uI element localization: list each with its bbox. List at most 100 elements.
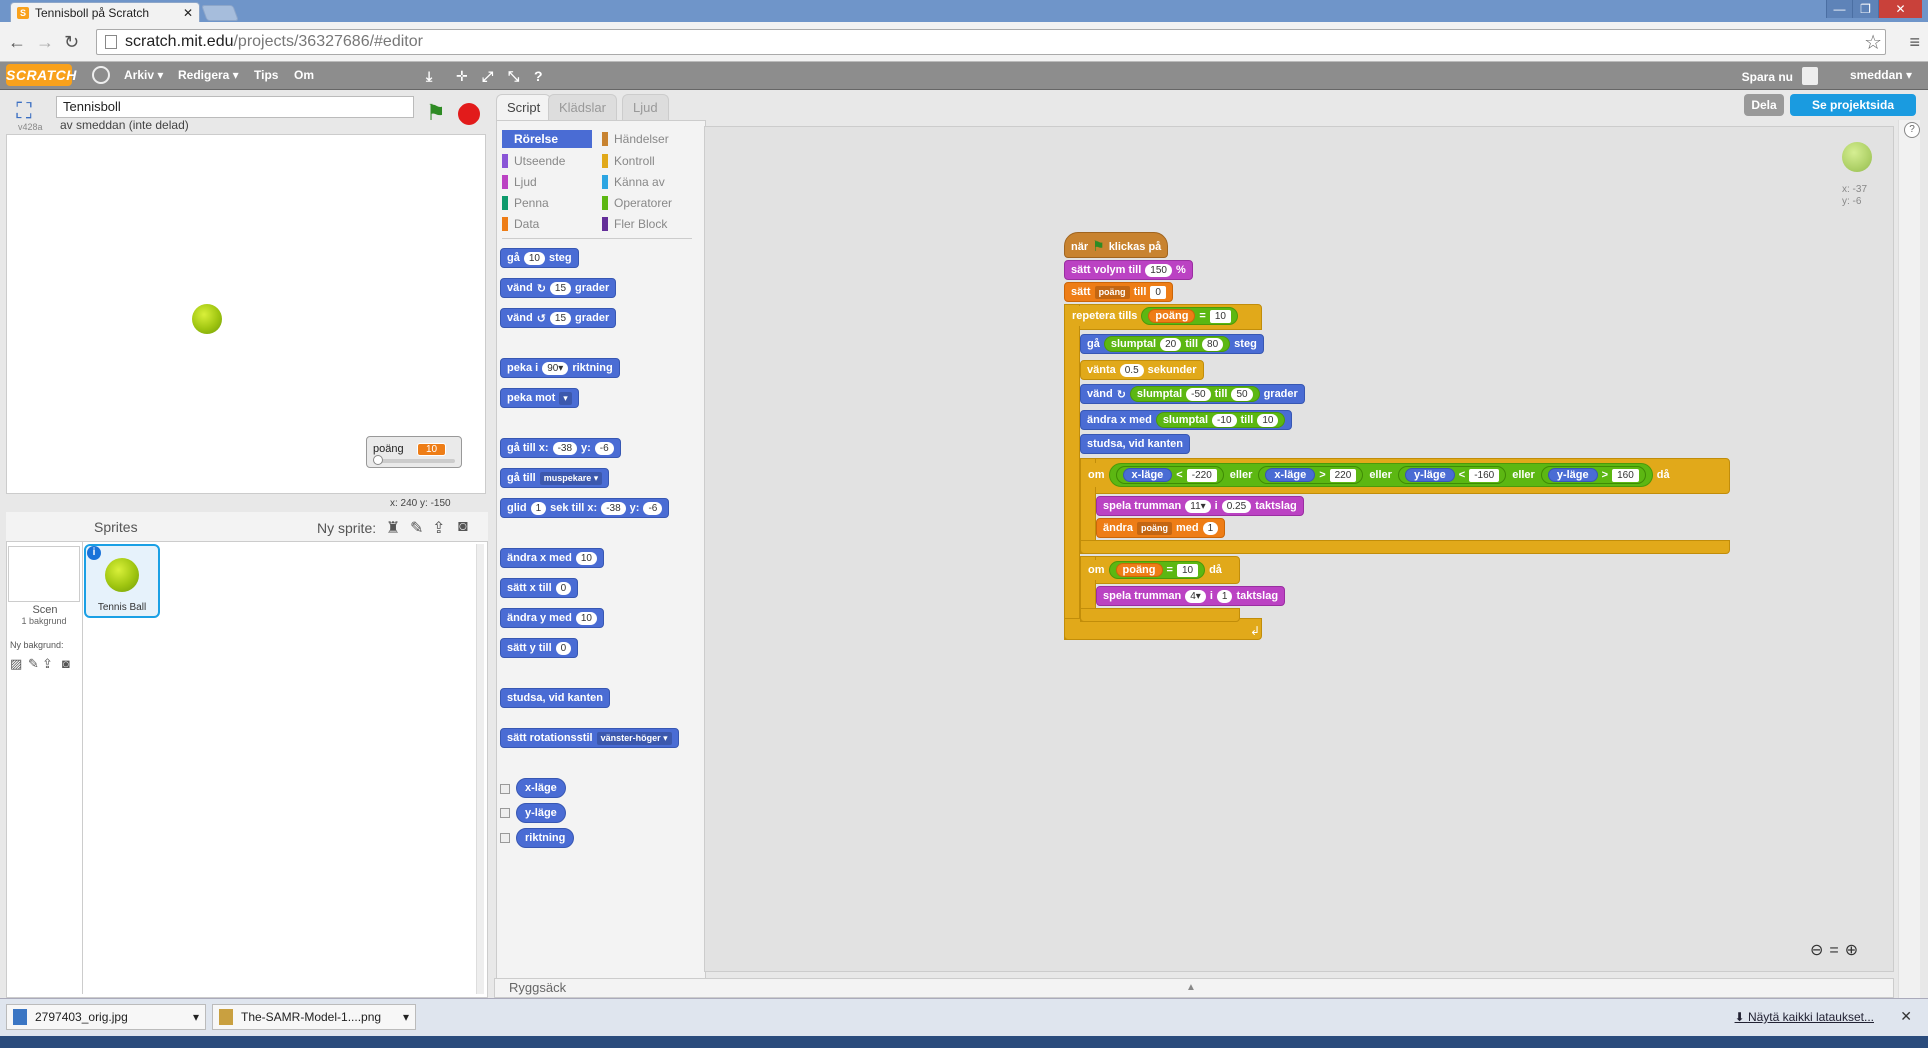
- menu-file[interactable]: Arkiv ▾: [124, 68, 163, 82]
- bookmark-star-icon[interactable]: ☆: [1864, 30, 1882, 55]
- restore-icon[interactable]: ❐: [1852, 0, 1878, 18]
- reporter-y-position[interactable]: y-läge: [516, 803, 566, 823]
- block-goto[interactable]: gå till muspekare ▾: [500, 468, 610, 488]
- camera-sprite-icon[interactable]: ◙: [458, 518, 468, 536]
- paint-backdrop-icon[interactable]: ✎: [28, 656, 39, 672]
- tab-close-icon[interactable]: ✕: [183, 6, 193, 20]
- block-change-x[interactable]: ändra x med 10: [500, 548, 604, 568]
- tab-sounds[interactable]: Ljud: [622, 94, 669, 120]
- see-project-page-button[interactable]: Se projektsida: [1790, 94, 1916, 116]
- backdrop-library-icon[interactable]: ▨: [10, 656, 22, 672]
- block-move-random[interactable]: gå slumptal 20 till 80 steg: [1080, 334, 1264, 354]
- download-item-1[interactable]: 2797403_orig.jpg ▾: [6, 1004, 206, 1030]
- upload-backdrop-icon[interactable]: ⇪: [42, 656, 53, 672]
- browser-tab[interactable]: S Tennisboll på Scratch ✕: [10, 2, 200, 22]
- reporter-x-position[interactable]: x-läge: [516, 778, 566, 798]
- category-motion[interactable]: Rörelse: [502, 130, 592, 148]
- show-all-downloads-link[interactable]: ⬇ Näytä kaikki lataukset...: [1735, 1010, 1874, 1024]
- menu-edit[interactable]: Redigera ▾: [178, 68, 239, 82]
- block-change-x-random[interactable]: ändra x med slumptal -10 till 10: [1080, 410, 1293, 430]
- stage-thumbnail[interactable]: [8, 546, 80, 602]
- help-icon[interactable]: ?: [534, 68, 543, 84]
- block-set-variable[interactable]: sätt poäng till 0: [1064, 282, 1173, 302]
- block-change-variable[interactable]: ändra poäng med 1: [1096, 518, 1226, 538]
- sprites-scrollbar[interactable]: [476, 544, 484, 994]
- user-avatar[interactable]: [1802, 67, 1818, 85]
- variable-monitor[interactable]: poäng 10: [366, 436, 462, 468]
- grow-icon[interactable]: ⤢: [482, 68, 493, 85]
- category-events[interactable]: Händelser: [602, 130, 698, 148]
- duplicate-icon[interactable]: ⤓: [426, 68, 432, 85]
- monitor-slider-knob[interactable]: [373, 455, 383, 465]
- upload-sprite-icon[interactable]: ⇪: [432, 518, 445, 538]
- close-download-bar-icon[interactable]: ✕: [1900, 1008, 1912, 1025]
- fullscreen-icon[interactable]: ⛶: [10, 98, 38, 123]
- category-sensing[interactable]: Känna av: [602, 173, 698, 191]
- new-tab-button[interactable]: [201, 5, 239, 21]
- block-when-flag-clicked[interactable]: när ⚑ klickas på: [1064, 232, 1169, 258]
- block-change-y[interactable]: ändra y med 10: [500, 608, 604, 628]
- block-turn-right[interactable]: vänd ↻ 15 grader: [500, 278, 617, 298]
- zoom-in-icon[interactable]: ⊕: [1845, 942, 1864, 959]
- category-looks[interactable]: Utseende: [502, 152, 592, 170]
- block-turn-random[interactable]: vänd ↻ slumptal -50 till 50 grader: [1080, 384, 1305, 404]
- category-pen[interactable]: Penna: [502, 194, 592, 212]
- block-bounce-on-edge[interactable]: studsa, vid kanten: [1080, 434, 1190, 454]
- help-icon[interactable]: ?: [1904, 122, 1920, 138]
- share-button[interactable]: Dela: [1744, 94, 1784, 116]
- block-play-drum-2[interactable]: spela trumman 4▾ i 1 taktslag: [1096, 586, 1286, 606]
- window-close-icon[interactable]: ✕: [1878, 0, 1922, 18]
- checkbox-direction[interactable]: [500, 833, 510, 843]
- backpack-expand-icon[interactable]: ▲: [1186, 982, 1196, 993]
- info-icon[interactable]: i: [87, 546, 101, 560]
- checkbox-x-position[interactable]: [500, 784, 510, 794]
- menu-tips[interactable]: Tips: [254, 68, 278, 82]
- tab-script[interactable]: Script: [496, 94, 552, 120]
- block-bounce[interactable]: studsa, vid kanten: [500, 688, 610, 708]
- back-icon[interactable]: ←: [8, 32, 26, 53]
- reporter-direction[interactable]: riktning: [516, 828, 575, 848]
- block-goto-xy[interactable]: gå till x: -38 y: -6: [500, 438, 621, 458]
- cut-icon[interactable]: ✛: [456, 68, 468, 85]
- chevron-down-icon[interactable]: ▾: [403, 1010, 409, 1024]
- project-title-input[interactable]: Tennisboll: [56, 96, 414, 118]
- browser-menu-icon[interactable]: ≡: [1909, 32, 1920, 53]
- zoom-reset-icon[interactable]: =: [1829, 942, 1844, 959]
- block-glide[interactable]: glid 1 sek till x: -38 y: -6: [500, 498, 670, 518]
- monitor-slider[interactable]: [375, 459, 455, 463]
- tennis-ball-sprite[interactable]: [192, 304, 222, 334]
- language-globe-icon[interactable]: [92, 66, 110, 84]
- minimize-icon[interactable]: —: [1826, 0, 1852, 18]
- category-operators[interactable]: Operatorer: [602, 194, 698, 212]
- paint-new-sprite-icon[interactable]: ✎: [410, 518, 423, 538]
- category-more-blocks[interactable]: Fler Block: [602, 215, 698, 233]
- block-wait[interactable]: vänta 0.5 sekunder: [1080, 360, 1204, 380]
- menu-about[interactable]: Om: [294, 68, 314, 82]
- download-item-2[interactable]: The-SAMR-Model-1....png ▾: [212, 1004, 416, 1030]
- block-turn-left[interactable]: vänd ↺ 15 grader: [500, 308, 617, 328]
- zoom-out-icon[interactable]: ⊖: [1810, 942, 1829, 959]
- block-set-x[interactable]: sätt x till 0: [500, 578, 579, 598]
- chevron-down-icon[interactable]: ▾: [193, 1010, 199, 1024]
- forward-icon[interactable]: →: [36, 32, 54, 53]
- checkbox-y-position[interactable]: [500, 808, 510, 818]
- block-point-towards[interactable]: peka mot ▾: [500, 388, 579, 408]
- category-data[interactable]: Data: [502, 215, 592, 233]
- shrink-icon[interactable]: ⤡: [508, 68, 519, 85]
- sprite-library-icon[interactable]: ♜: [386, 518, 400, 538]
- block-set-volume[interactable]: sätt volym till 150%: [1064, 260, 1193, 280]
- block-set-y[interactable]: sätt y till 0: [500, 638, 579, 658]
- block-rotation-style[interactable]: sätt rotationsstil vänster-höger ▾: [500, 728, 679, 748]
- scratch-logo[interactable]: SCRATCH: [6, 64, 76, 86]
- category-sound[interactable]: Ljud: [502, 173, 592, 191]
- green-flag-icon[interactable]: ⚑: [426, 100, 446, 126]
- page-scrollbar[interactable]: [1898, 120, 1920, 998]
- reload-icon[interactable]: ↻: [64, 32, 79, 53]
- block-point-direction[interactable]: peka i 90▾ riktning: [500, 358, 620, 378]
- save-now-link[interactable]: Spara nu: [1742, 70, 1793, 84]
- username-menu[interactable]: smeddan ▾: [1850, 68, 1912, 82]
- sprite-thumbnail[interactable]: i Tennis Ball: [84, 544, 160, 618]
- block-move-steps[interactable]: gå 10 steg: [500, 248, 579, 268]
- category-control[interactable]: Kontroll: [602, 152, 698, 170]
- tab-costumes[interactable]: Klädslar: [548, 94, 617, 120]
